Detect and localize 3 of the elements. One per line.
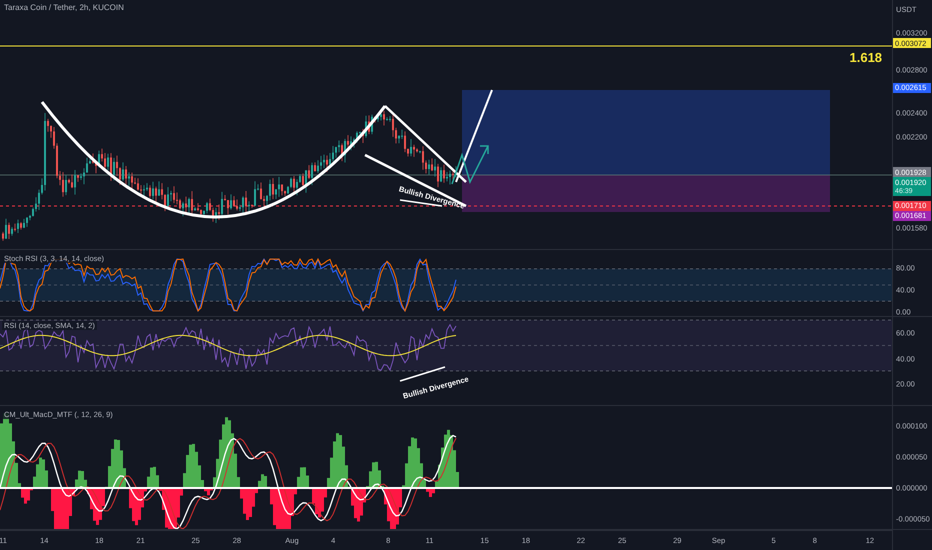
projection-arrow	[451, 145, 489, 184]
chart-title: Taraxa Coin / Tether, 2h, KUCOIN	[2, 3, 126, 12]
fib-label: 1.618	[850, 50, 882, 65]
